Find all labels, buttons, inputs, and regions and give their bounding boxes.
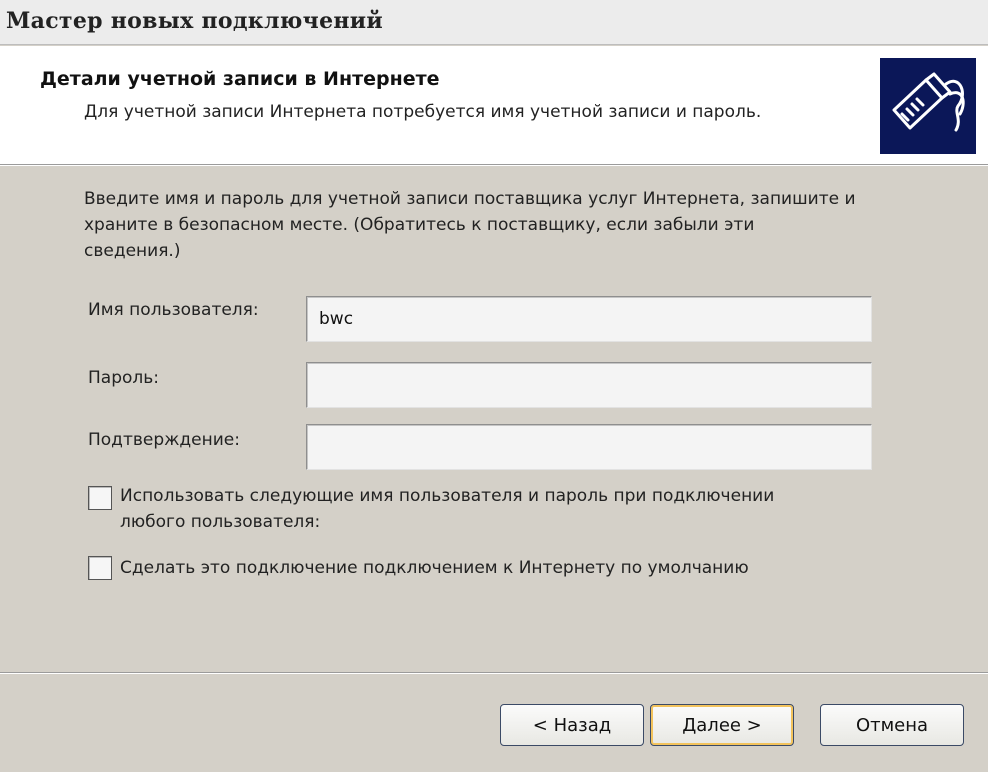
header-title: Детали учетной записи в Интернете	[40, 68, 440, 90]
next-button[interactable]: Далее >	[650, 704, 794, 746]
header-subtitle: Для учетной записи Интернета потребуется…	[84, 102, 762, 122]
footer-separator	[0, 672, 988, 674]
default-connection-label[interactable]: Сделать это подключение подключением к И…	[120, 555, 749, 581]
network-cable-icon	[880, 58, 976, 154]
use-for-all-users-label-line-2: любого пользователя:	[120, 512, 321, 532]
instructions-line-2: храните в безопасном месте. (Обратитесь …	[84, 215, 755, 235]
username-input[interactable]	[306, 296, 872, 342]
use-for-all-users-label-line-1: Использовать следующие имя пользователя …	[120, 486, 775, 506]
instructions-line-3: сведения.)	[84, 241, 181, 261]
instructions-line-1: Введите имя и пароль для учетной записи …	[84, 189, 856, 209]
back-button[interactable]: < Назад	[500, 704, 644, 746]
confirm-password-input[interactable]	[306, 424, 872, 470]
username-label: Имя пользователя:	[88, 300, 259, 320]
title-bar[interactable]: Мастер новых подключений	[0, 0, 988, 45]
default-connection-checkbox[interactable]	[88, 556, 112, 580]
password-label: Пароль:	[88, 368, 160, 388]
wizard-header: Детали учетной записи в Интернете Для уч…	[0, 46, 988, 164]
password-input[interactable]	[306, 362, 872, 408]
instructions-text: Введите имя и пароль для учетной записи …	[84, 186, 964, 264]
use-for-all-users-label[interactable]: Использовать следующие имя пользователя …	[120, 483, 774, 535]
window-title: Мастер новых подключений	[6, 8, 383, 34]
cancel-button[interactable]: Отмена	[820, 704, 964, 746]
confirm-password-label: Подтверждение:	[88, 430, 240, 450]
header-separator	[0, 164, 988, 166]
use-for-all-users-checkbox[interactable]	[88, 486, 112, 510]
